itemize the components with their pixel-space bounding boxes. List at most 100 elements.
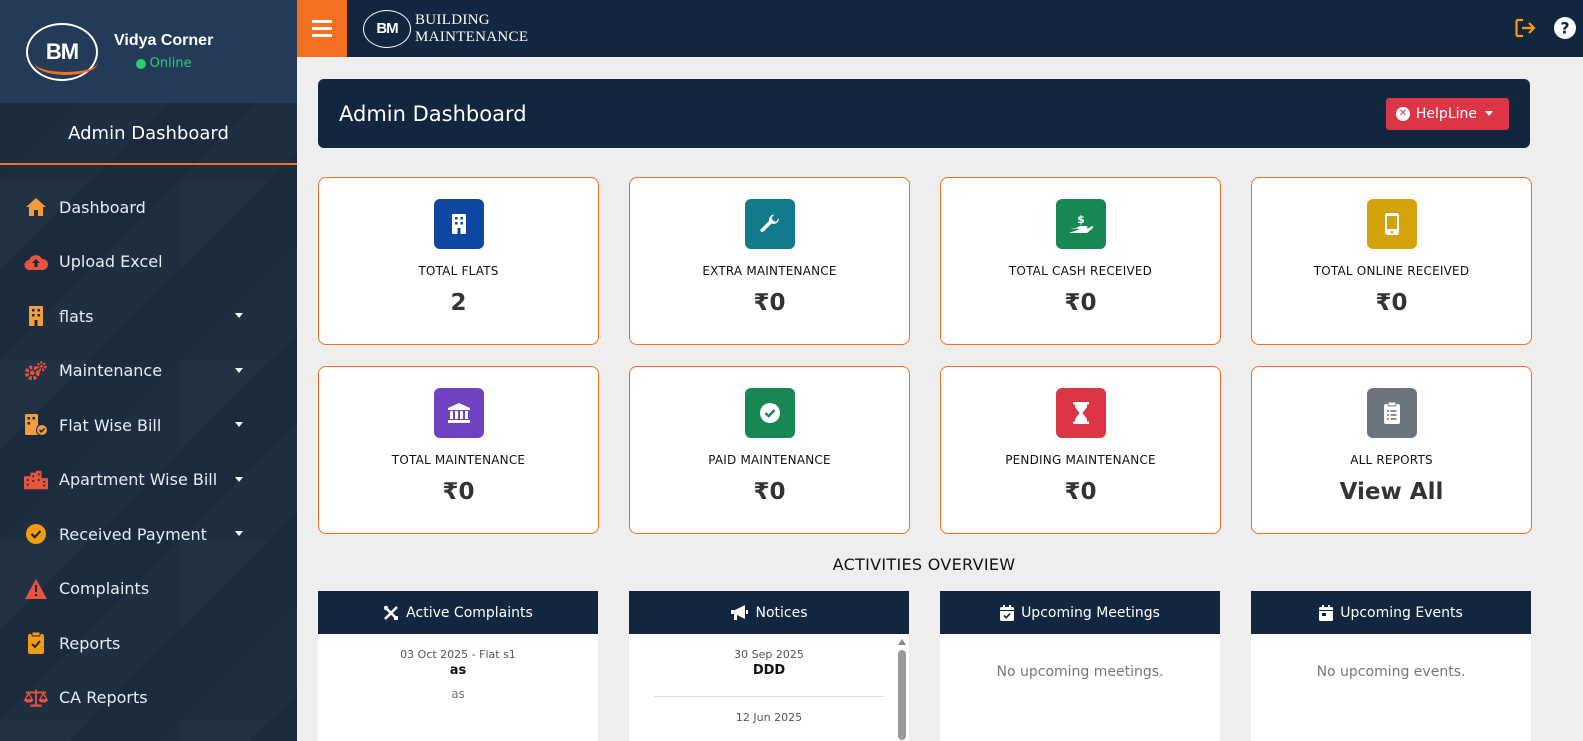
sidebar-item-flats[interactable]: flats xyxy=(0,289,297,344)
calendar-check-icon xyxy=(1000,604,1015,621)
sidebar-title: Admin Dashboard xyxy=(0,103,297,165)
view-all-link[interactable]: View All xyxy=(1340,479,1444,505)
check-circle-icon xyxy=(24,522,48,546)
card-label: PAID MAINTENANCE xyxy=(708,453,831,467)
scroll-thumb[interactable] xyxy=(898,650,906,740)
sidebar-item-label: Flat Wise Bill xyxy=(59,415,162,435)
card-total-cash-received[interactable]: $ TOTAL CASH RECEIVED ₹0 xyxy=(940,177,1221,345)
warning-icon xyxy=(24,577,48,601)
card-value: ₹0 xyxy=(753,479,786,505)
card-all-reports[interactable]: ALL REPORTS View All xyxy=(1251,366,1532,534)
card-total-maintenance[interactable]: TOTAL MAINTENANCE ₹0 xyxy=(318,366,599,534)
chevron-down-icon xyxy=(1485,111,1493,116)
panel-upcoming-events: Upcoming Events No upcoming events. xyxy=(1251,591,1531,741)
scroll-up-icon[interactable] xyxy=(898,639,906,645)
building-check-icon xyxy=(24,413,48,437)
brand-text: BUILDING MAINTENANCE xyxy=(415,12,528,46)
chevron-down-icon xyxy=(235,531,243,537)
panel-header: Notices xyxy=(629,591,909,634)
home-icon xyxy=(24,195,48,219)
complaint-item[interactable]: 03 Oct 2025 - Flat s1 as as xyxy=(318,634,598,701)
menu-toggle-button[interactable] xyxy=(297,0,347,57)
card-extra-maintenance[interactable]: EXTRA MAINTENANCE ₹0 xyxy=(629,177,910,345)
sidebar-item-reports[interactable]: Reports xyxy=(0,616,297,671)
panel-notices: Notices 30 Sep 2025 DDD 12 Jun 2025 xyxy=(629,591,909,741)
panel-title: Notices xyxy=(755,604,808,621)
user-panel: BM Vidya Corner Online xyxy=(0,0,297,103)
notice-item[interactable]: 30 Sep 2025 DDD xyxy=(629,634,909,678)
online-dot-icon xyxy=(135,58,146,69)
logo-text: BM xyxy=(376,20,398,37)
sidebar-item-received-payment[interactable]: Received Payment xyxy=(0,507,297,562)
card-label: TOTAL ONLINE RECEIVED xyxy=(1313,264,1470,278)
sidebar-item-label: Received Payment xyxy=(59,524,207,544)
hand-dollar-icon: $ xyxy=(1055,199,1106,249)
status-text: Online xyxy=(149,56,192,71)
hourglass-icon xyxy=(1055,388,1106,438)
building-icon xyxy=(24,304,48,328)
building-icon xyxy=(433,199,484,249)
sidebar-item-label: CA Reports xyxy=(59,688,148,708)
scale-icon xyxy=(24,686,48,710)
logout-icon[interactable] xyxy=(1515,18,1537,38)
panel-title: Upcoming Events xyxy=(1340,604,1463,621)
panel-title: Active Complaints xyxy=(406,604,533,621)
card-paid-maintenance[interactable]: PAID MAINTENANCE ₹0 xyxy=(629,366,910,534)
card-label: PENDING MAINTENANCE xyxy=(1005,453,1156,467)
card-value: 2 xyxy=(450,290,467,316)
empty-message: No upcoming meetings. xyxy=(996,664,1164,680)
main-content: Admin Dashboard ✕ HelpLine TOTAL FLATS 2… xyxy=(318,79,1532,741)
sidebar-item-complaints[interactable]: Complaints xyxy=(0,562,297,617)
sidebar-item-maintenance[interactable]: Maintenance xyxy=(0,344,297,399)
card-label: TOTAL MAINTENANCE xyxy=(391,453,526,467)
card-label: ALL REPORTS xyxy=(1350,453,1433,467)
sidebar-item-flat-wise-bill[interactable]: Flat Wise Bill xyxy=(0,398,297,453)
mobile-icon xyxy=(1366,199,1417,249)
card-value: ₹0 xyxy=(1375,290,1408,316)
stat-cards: TOTAL FLATS 2 EXTRA MAINTENANCE ₹0 $ TOT… xyxy=(318,177,1532,534)
sidebar-item-ca-reports[interactable]: CA Reports xyxy=(0,671,297,726)
panel-header: Active Complaints xyxy=(318,591,598,634)
megaphone-icon xyxy=(731,604,749,620)
wrench-icon xyxy=(744,199,795,249)
close-circle-icon: ✕ xyxy=(1395,106,1410,121)
card-value: ₹0 xyxy=(753,290,786,316)
card-total-online-received[interactable]: TOTAL ONLINE RECEIVED ₹0 xyxy=(1251,177,1532,345)
sidebar-item-upload-excel[interactable]: Upload Excel xyxy=(0,235,297,290)
help-icon[interactable]: ? xyxy=(1553,16,1577,40)
user-status: Online xyxy=(114,56,213,71)
scrollbar[interactable] xyxy=(898,639,906,741)
helpline-button[interactable]: ✕ HelpLine xyxy=(1385,97,1509,130)
page-header: Admin Dashboard ✕ HelpLine xyxy=(318,79,1530,148)
brand-line2: MAINTENANCE xyxy=(415,28,529,45)
card-total-flats[interactable]: TOTAL FLATS 2 xyxy=(318,177,599,345)
notice-item[interactable]: 12 Jun 2025 xyxy=(629,697,909,724)
tools-icon xyxy=(383,605,399,620)
card-pending-maintenance[interactable]: PENDING MAINTENANCE ₹0 xyxy=(940,366,1221,534)
card-label: EXTRA MAINTENANCE xyxy=(702,264,837,278)
top-icons: ? xyxy=(1499,16,1577,40)
logo-text: BM xyxy=(45,38,79,64)
brand-line1: BUILDING xyxy=(415,11,490,28)
panel-title: Upcoming Meetings xyxy=(1021,604,1160,621)
panel-upcoming-meetings: Upcoming Meetings No upcoming meetings. xyxy=(940,591,1220,741)
city-icon xyxy=(24,468,48,492)
sidebar-item-label: Maintenance xyxy=(59,361,163,381)
brand[interactable]: BM BUILDING MAINTENANCE xyxy=(363,9,528,48)
panel-active-complaints: Active Complaints 03 Oct 2025 - Flat s1 … xyxy=(318,591,598,741)
user-name: Vidya Corner xyxy=(114,32,214,49)
panel-header: Upcoming Events xyxy=(1251,591,1531,634)
sidebar-item-dashboard[interactable]: Dashboard xyxy=(0,180,297,235)
entry-title: as xyxy=(449,663,467,678)
calendar-icon xyxy=(1319,604,1334,621)
bank-icon xyxy=(433,388,484,438)
entry-date: 12 Jun 2025 xyxy=(735,711,803,724)
panel-header: Upcoming Meetings xyxy=(940,591,1220,634)
sidebar-item-label: Apartment Wise Bill xyxy=(59,470,218,490)
sidebar-item-apartment-wise-bill[interactable]: Apartment Wise Bill xyxy=(0,453,297,508)
chevron-down-icon xyxy=(235,476,243,482)
card-value: ₹0 xyxy=(1064,479,1097,505)
entry-date: 03 Oct 2025 - Flat s1 xyxy=(400,648,516,661)
sidebar-item-label: Reports xyxy=(59,633,121,653)
sidebar-item-label: Dashboard xyxy=(59,197,146,217)
